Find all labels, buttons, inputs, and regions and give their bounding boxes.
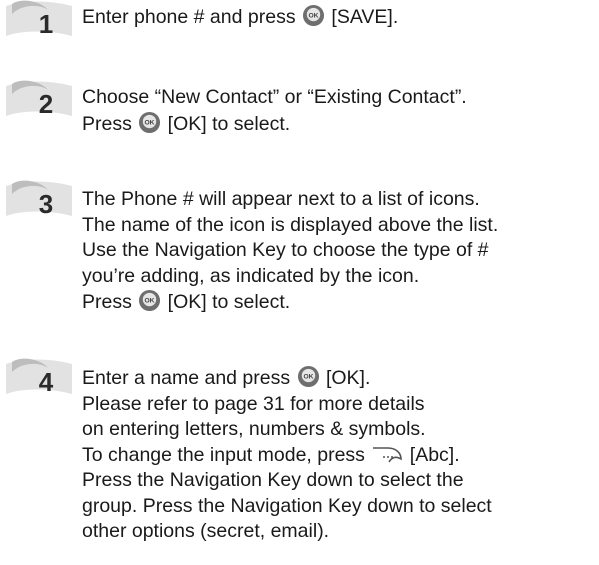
ok-button-icon: OK — [302, 4, 325, 27]
step-number-badge: 1 — [6, 0, 72, 39]
step-number-badge: 4 — [6, 358, 72, 397]
step-number-badge: 2 — [6, 80, 72, 119]
step-text: Choose “New Contact” or “Existing Contac… — [82, 85, 597, 137]
step-text: Enter a name and press OK [OK]. Please r… — [82, 365, 597, 545]
step-text: The Phone # will appear next to a list o… — [82, 187, 597, 316]
line-text: [Abc]. — [404, 443, 460, 466]
svg-text:OK: OK — [145, 119, 155, 126]
step-line: Press OK [OK] to select. — [82, 111, 597, 138]
step-line: Please refer to page 31 for more details — [82, 392, 425, 415]
step-text: Enter phone # and press OK [SAVE]. — [82, 4, 597, 31]
line-text: [OK]. — [320, 367, 371, 389]
step-line: To change the input mode, press [Abc]. — [82, 443, 597, 469]
step-line: Press the Navigation Key down to select … — [82, 469, 464, 491]
step-number-badge: 3 — [6, 180, 72, 219]
line-text: Press — [82, 112, 138, 135]
step-line: Press OK [OK] to select. — [82, 289, 597, 316]
line-text: Enter a name and press — [82, 367, 296, 389]
line-text: Enter phone # and press — [82, 6, 301, 28]
right-soft-key-icon — [373, 446, 403, 462]
svg-text:OK: OK — [303, 373, 313, 380]
step-line: on entering letters, numbers & symbols. — [82, 418, 426, 440]
line-text: Press — [82, 291, 138, 313]
svg-text:OK: OK — [145, 297, 155, 304]
step-line: The Phone # will appear next to a list o… — [82, 188, 480, 210]
svg-text:OK: OK — [308, 12, 318, 19]
step-line: group. Press the Navigation Key down to … — [82, 494, 492, 517]
step-line: Enter a name and press OK [OK]. — [82, 365, 597, 392]
step-line: Enter phone # and press OK [SAVE]. — [82, 4, 597, 31]
step-number: 4 — [39, 367, 54, 397]
step-number: 2 — [39, 89, 53, 119]
line-text: [OK] to select. — [162, 291, 291, 313]
step-line: other options (secret, email). — [82, 520, 330, 542]
line-text: [OK] to select. — [162, 112, 291, 135]
step-line: The name of the icon is displayed above … — [82, 213, 499, 236]
step-line: Choose “New Contact” or “Existing Contac… — [82, 86, 467, 108]
step-line: Use the Navigation Key to choose the typ… — [82, 239, 489, 261]
line-text: To change the input mode, press — [82, 443, 371, 466]
ok-button-icon: OK — [297, 365, 319, 388]
step-number: 3 — [39, 189, 53, 219]
step-line: you’re adding, as indicated by the icon. — [82, 264, 420, 287]
ok-button-icon: OK — [139, 111, 161, 133]
ok-button-icon: OK — [139, 289, 161, 312]
step-number: 1 — [39, 9, 53, 39]
line-text: [SAVE]. — [326, 6, 399, 28]
